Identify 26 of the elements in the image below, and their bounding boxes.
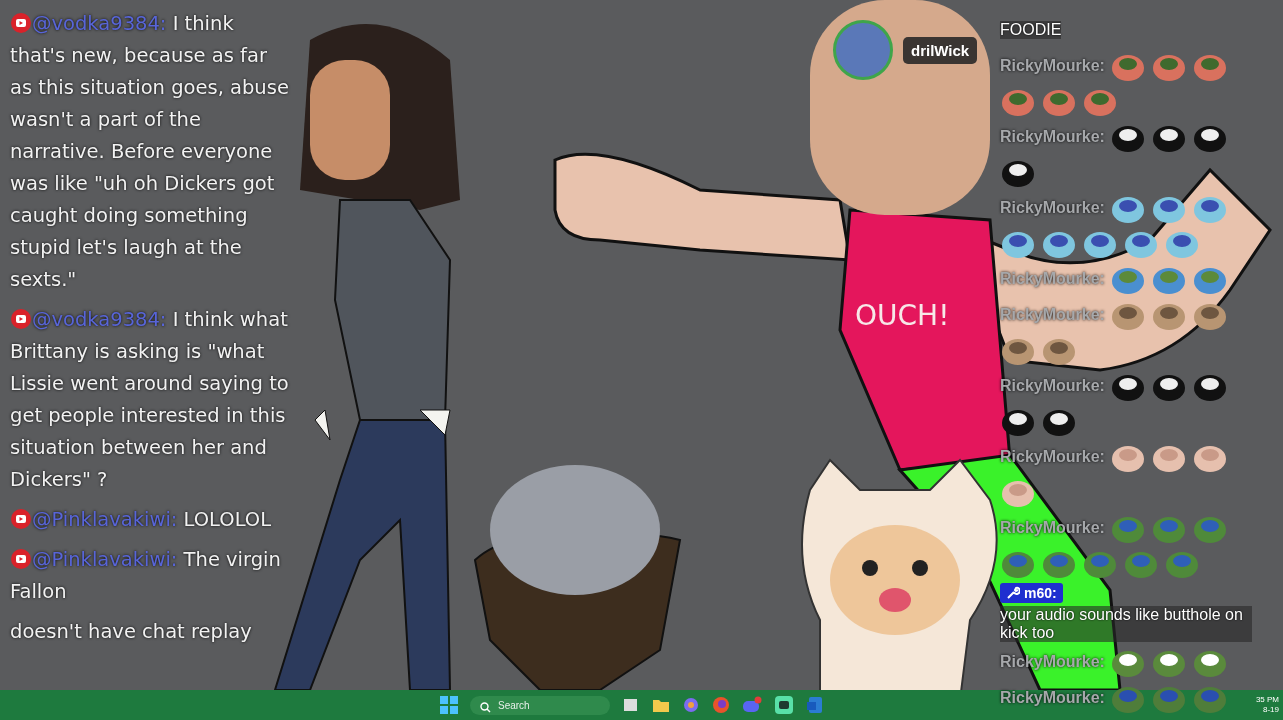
window-icon[interactable] (622, 696, 640, 714)
chat-username: m60: (1024, 585, 1057, 601)
speaker-name-label: drilWick (903, 36, 978, 64)
clock-time: 35 PM (1255, 695, 1279, 705)
chat-username: RickyMourke: (1000, 689, 1105, 707)
chat-username: RickyMourke: (1000, 128, 1105, 146)
chat-username: RickyMourke: (1000, 306, 1105, 324)
search-icon (480, 701, 491, 713)
video-play-icon (10, 12, 32, 34)
chat-message: your audio sounds like butthole on kick too (1000, 606, 1252, 642)
chat-message: @Pinklavakiwi: LOLOLOL (10, 504, 292, 536)
chat-message: FOODIE (1000, 21, 1062, 39)
clock-date: 8-19 (1263, 705, 1279, 715)
chat-username: RickyMourke: (1000, 199, 1105, 217)
video-play-icon (10, 548, 32, 570)
chat-username: RickyMourke: (1000, 57, 1105, 75)
chat-message: doesn't have chat replay (10, 619, 253, 645)
wrench-icon (1006, 586, 1020, 600)
video-play-icon (10, 508, 32, 530)
windows-icon[interactable] (440, 696, 458, 714)
document-icon[interactable] (806, 696, 824, 714)
chat-username: RickyMourke: (1000, 270, 1105, 288)
chat-message: @vodka9384: I think what Brittany is asking is "what Lissie went around saying to get people interested in this situation between her and Dickers" ? (10, 307, 290, 493)
search-field[interactable]: Search (470, 695, 610, 715)
chat-message: @vodka9384: I think that's new, because as far as this situation goes, abuse wasn't a part of the narrative. Before everyone was like "uh oh Dickers got caught doing something stupid let's laugh at the sexts." (10, 11, 290, 293)
video-play-icon (10, 308, 32, 330)
